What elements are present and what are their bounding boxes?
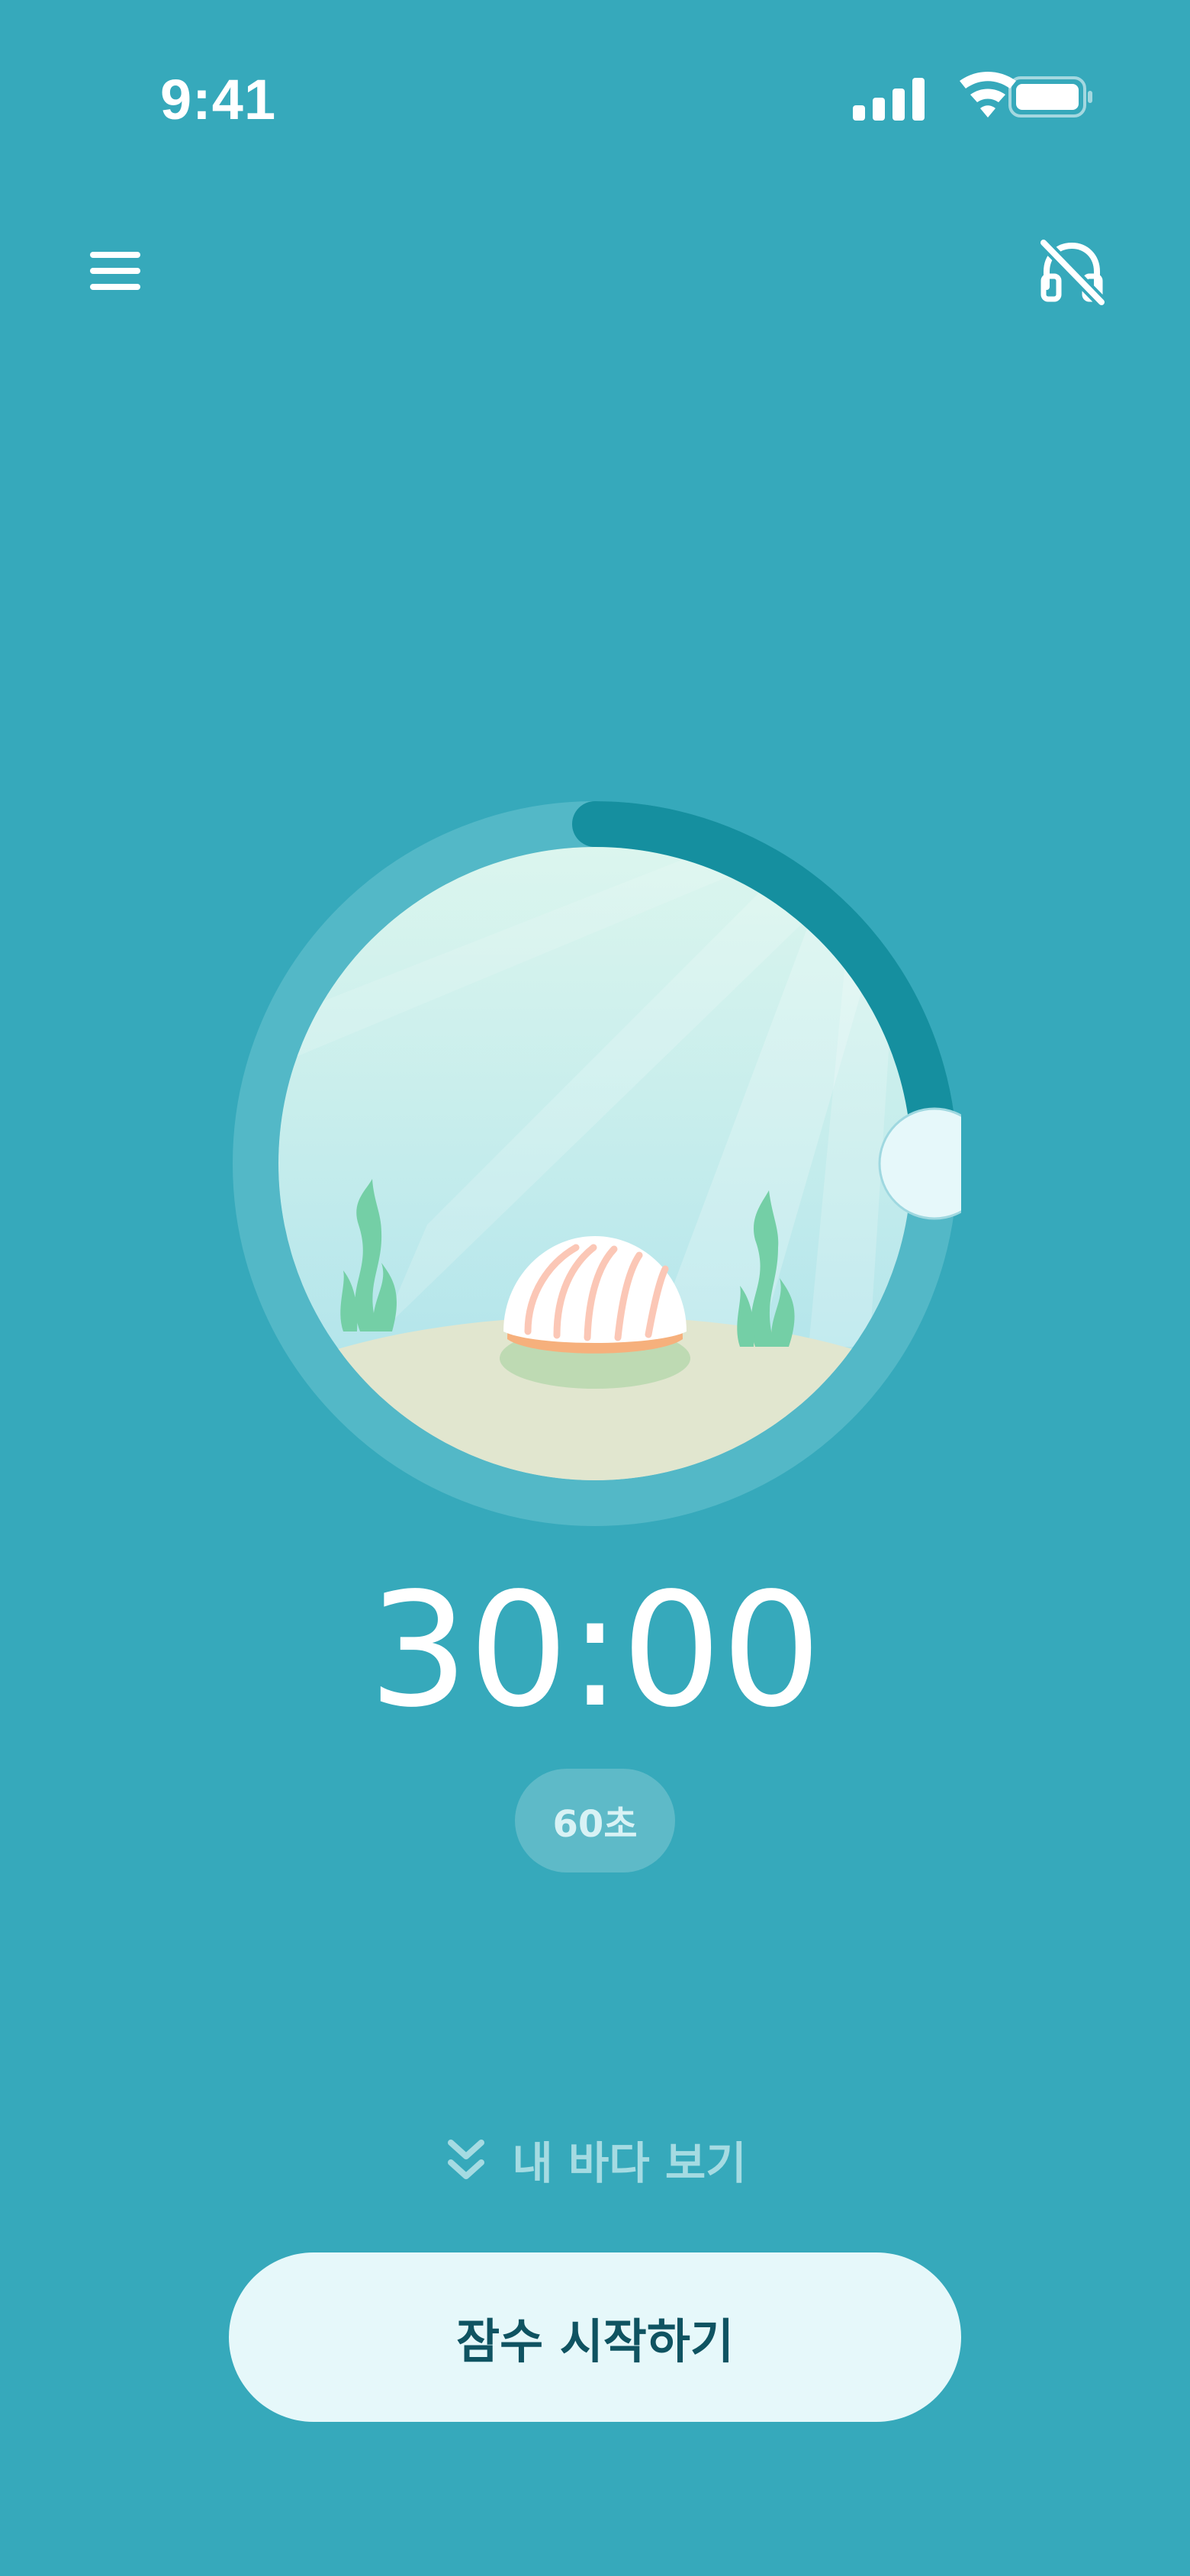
start-dive-button[interactable]: 잠수 시작하기 (229, 2252, 961, 2422)
status-icons (847, 70, 1098, 125)
interval-badge[interactable]: 60초 (515, 1769, 675, 1872)
hamburger-menu-icon (90, 252, 140, 290)
headphones-off-icon (1037, 237, 1108, 308)
timer-display: 30:00 (368, 1559, 822, 1742)
my-sea-link[interactable]: 내 바다 보기 (0, 2125, 1190, 2194)
battery-icon (1008, 76, 1092, 118)
timer-dial[interactable] (229, 797, 991, 1530)
sound-toggle-button[interactable] (1030, 229, 1114, 313)
start-dive-label: 잠수 시작하기 (456, 2314, 734, 2369)
cellular-signal-icon (853, 78, 925, 121)
my-sea-label: 내 바다 보기 (512, 2137, 747, 2189)
ocean-scene (278, 847, 912, 1480)
status-time: 9:41 (160, 68, 277, 131)
double-chevron-down-icon (448, 2140, 485, 2179)
menu-button[interactable] (76, 237, 156, 305)
wifi-icon (960, 72, 1016, 118)
